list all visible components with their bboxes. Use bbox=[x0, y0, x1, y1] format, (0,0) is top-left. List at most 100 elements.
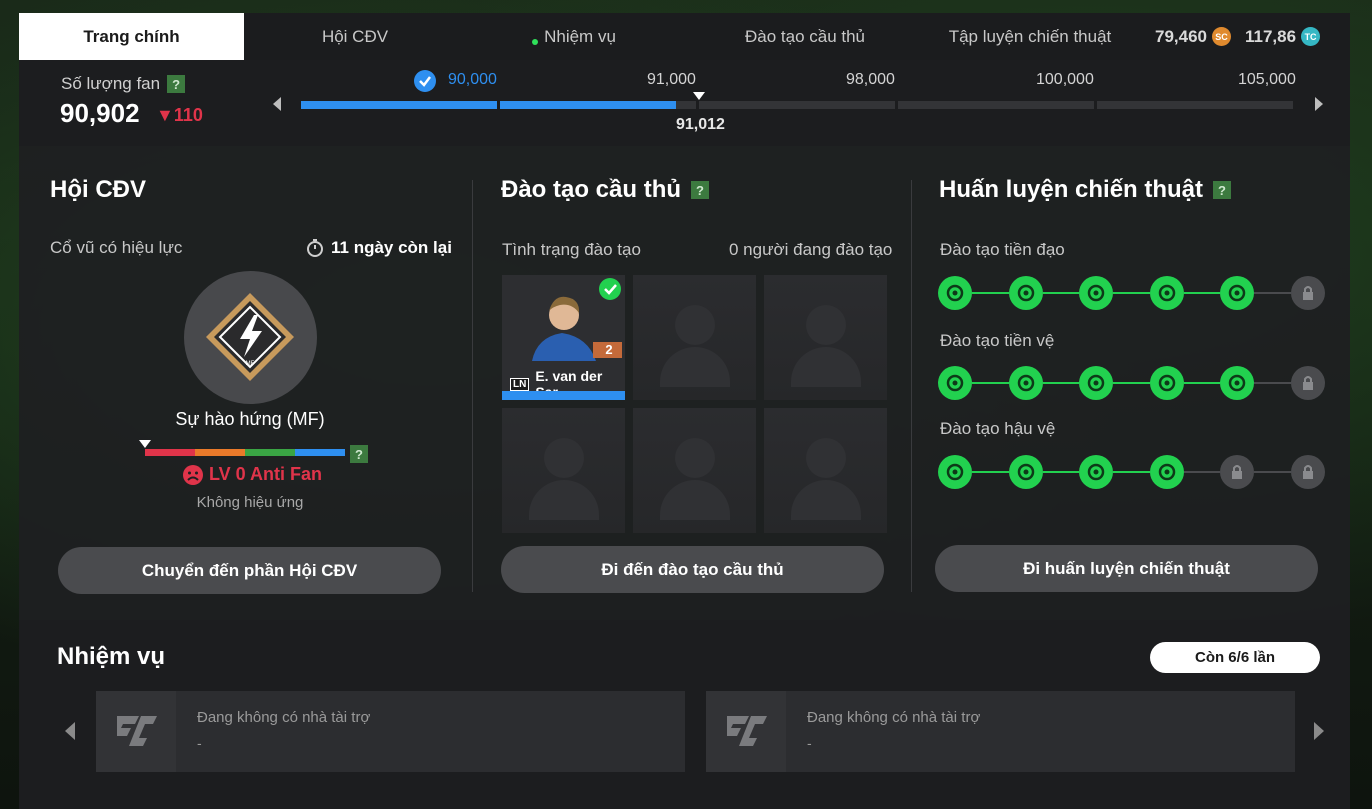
tactic-link bbox=[1113, 471, 1150, 473]
tc-currency: 117,86 TC bbox=[1245, 13, 1321, 60]
tactic-link bbox=[1042, 292, 1079, 294]
milestone-label: 105,000 bbox=[1238, 71, 1296, 88]
tactic-skill-icon[interactable] bbox=[938, 276, 972, 310]
training-slot-empty[interactable] bbox=[764, 408, 887, 533]
tactic-skill-icon[interactable] bbox=[938, 455, 972, 489]
supporters-title: Hội CĐV bbox=[50, 176, 146, 203]
empty-slot-body bbox=[660, 347, 730, 387]
missions-prev-arrow-icon[interactable] bbox=[63, 721, 77, 741]
go-to-supporters-button[interactable]: Chuyển đến phần Hội CĐV bbox=[58, 547, 441, 594]
empty-slot-head bbox=[675, 438, 715, 478]
progress-track bbox=[699, 101, 895, 109]
empty-slot-head bbox=[806, 305, 846, 345]
cheer-name: Sự hào hứng (MF) bbox=[175, 409, 325, 429]
fan-label-text: Số lượng fan bbox=[61, 74, 161, 93]
fan-level: LV 0 Anti Fan bbox=[209, 464, 323, 484]
tab-home[interactable]: Trang chính bbox=[19, 13, 244, 60]
tactic-skill-icon[interactable] bbox=[1220, 276, 1254, 310]
progress-track bbox=[898, 101, 1094, 109]
fan-count-label: Số lượng fan ? bbox=[61, 74, 186, 94]
next-arrow-icon[interactable] bbox=[1313, 96, 1325, 112]
level-marker-icon bbox=[139, 440, 151, 448]
training-slot-player[interactable]: 2 LN E. van der Sar bbox=[502, 275, 625, 400]
midfield-training-label: Đào tạo tiền vệ bbox=[940, 331, 1055, 350]
training-status-label: Tình trạng đào tạo bbox=[502, 240, 641, 259]
tactic-link bbox=[1183, 471, 1220, 473]
sponsor-card[interactable]: Đang không có nhà tài trợ - bbox=[706, 691, 1295, 772]
milestone-label: 90,000 bbox=[448, 71, 497, 88]
tab-missions[interactable]: Nhiệm vụ bbox=[510, 13, 650, 60]
tactic-skill-icon[interactable] bbox=[1149, 276, 1184, 310]
tactic-skill-icon[interactable] bbox=[1008, 366, 1043, 400]
empty-slot-head bbox=[806, 438, 846, 478]
tactic-link bbox=[1042, 471, 1079, 473]
milestone-label: 100,000 bbox=[1036, 71, 1094, 88]
player-training-title: Đào tạo cầu thủ ? bbox=[501, 176, 710, 204]
milestone-label: 91,000 bbox=[647, 71, 696, 88]
panel-divider bbox=[911, 180, 912, 592]
progress-fill bbox=[301, 101, 497, 109]
empty-slot-body bbox=[660, 480, 730, 520]
tactic-link bbox=[1183, 382, 1220, 384]
tactic-link bbox=[1254, 471, 1291, 473]
time-remaining: 11 ngày còn lại bbox=[305, 238, 452, 258]
lock-icon[interactable] bbox=[1290, 366, 1325, 400]
tactic-skill-icon[interactable] bbox=[1079, 455, 1113, 489]
tab-tactical-training[interactable]: Tập luyện chiến thuật bbox=[930, 13, 1130, 60]
level-segment bbox=[295, 449, 345, 456]
milestone-label: 98,000 bbox=[846, 71, 895, 88]
sad-face-icon bbox=[182, 464, 204, 491]
tc-coin-icon: TC bbox=[1301, 27, 1321, 46]
tactic-skill-icon[interactable] bbox=[938, 366, 972, 400]
sc-coin-icon: SC bbox=[1212, 27, 1231, 46]
lock-icon[interactable] bbox=[1220, 455, 1254, 489]
tactic-skill-icon[interactable] bbox=[1008, 276, 1043, 310]
current-position-marker bbox=[693, 92, 705, 100]
tactic-link bbox=[1042, 382, 1079, 384]
training-slot-empty[interactable] bbox=[502, 408, 625, 533]
tactic-link bbox=[1113, 292, 1150, 294]
tactics-title: Huấn luyện chiến thuật ? bbox=[939, 176, 1232, 204]
active-cheer-label: Cổ vũ có hiệu lực bbox=[50, 238, 183, 257]
help-icon[interactable]: ? bbox=[1213, 181, 1232, 199]
help-icon[interactable]: ? bbox=[167, 75, 186, 93]
level-segment bbox=[145, 449, 195, 456]
tactic-link bbox=[1254, 382, 1291, 384]
empty-slot-head bbox=[675, 305, 715, 345]
missions-next-arrow-icon[interactable] bbox=[1312, 721, 1326, 741]
tactic-skill-icon[interactable] bbox=[1149, 455, 1184, 489]
tactic-skill-icon[interactable] bbox=[1220, 366, 1254, 400]
sponsor-card[interactable]: Đang không có nhà tài trợ - bbox=[96, 691, 685, 772]
tactic-link bbox=[1254, 292, 1291, 294]
sponsor-title: Đang không có nhà tài trợ bbox=[197, 709, 371, 726]
remaining-attempts-button[interactable]: Còn 6/6 lần bbox=[1150, 642, 1320, 673]
tactic-skill-icon[interactable] bbox=[1008, 455, 1043, 489]
level-help-icon[interactable]: ? bbox=[350, 445, 368, 463]
empty-slot-body bbox=[791, 480, 861, 520]
level-effect: Không hiệu ứng bbox=[196, 494, 304, 511]
tactic-skill-icon[interactable] bbox=[1079, 276, 1113, 310]
tactic-link bbox=[972, 292, 1009, 294]
progress-track bbox=[1097, 101, 1293, 109]
tactic-link bbox=[1113, 382, 1150, 384]
tactic-skill-icon[interactable] bbox=[1149, 366, 1184, 400]
tactic-link bbox=[972, 382, 1009, 384]
tactic-skill-icon[interactable] bbox=[1079, 366, 1113, 400]
sc-currency: 79,460 SC bbox=[1155, 13, 1231, 60]
fc-logo-icon bbox=[96, 691, 176, 772]
help-icon[interactable]: ? bbox=[691, 181, 710, 199]
player-training-title-text: Đào tạo cầu thủ bbox=[501, 176, 682, 203]
prev-arrow-icon[interactable] bbox=[271, 96, 283, 112]
lock-icon[interactable] bbox=[1290, 276, 1325, 310]
lock-icon[interactable] bbox=[1290, 455, 1325, 489]
cheer-badge: MF bbox=[184, 271, 317, 404]
training-slot-empty[interactable] bbox=[633, 408, 756, 533]
sponsor-title: Đang không có nhà tài trợ bbox=[807, 709, 981, 726]
go-to-player-training-button[interactable]: Đi đến đào tạo cầu thủ bbox=[501, 546, 884, 593]
sponsor-subtitle: - bbox=[807, 735, 812, 751]
training-slot-empty[interactable] bbox=[633, 275, 756, 400]
go-to-tactical-training-button[interactable]: Đi huấn luyện chiến thuật bbox=[935, 545, 1318, 592]
tab-player-training[interactable]: Đào tạo cầu thủ bbox=[720, 13, 890, 60]
training-slot-empty[interactable] bbox=[764, 275, 887, 400]
tab-supporters[interactable]: Hội CĐV bbox=[270, 13, 440, 60]
